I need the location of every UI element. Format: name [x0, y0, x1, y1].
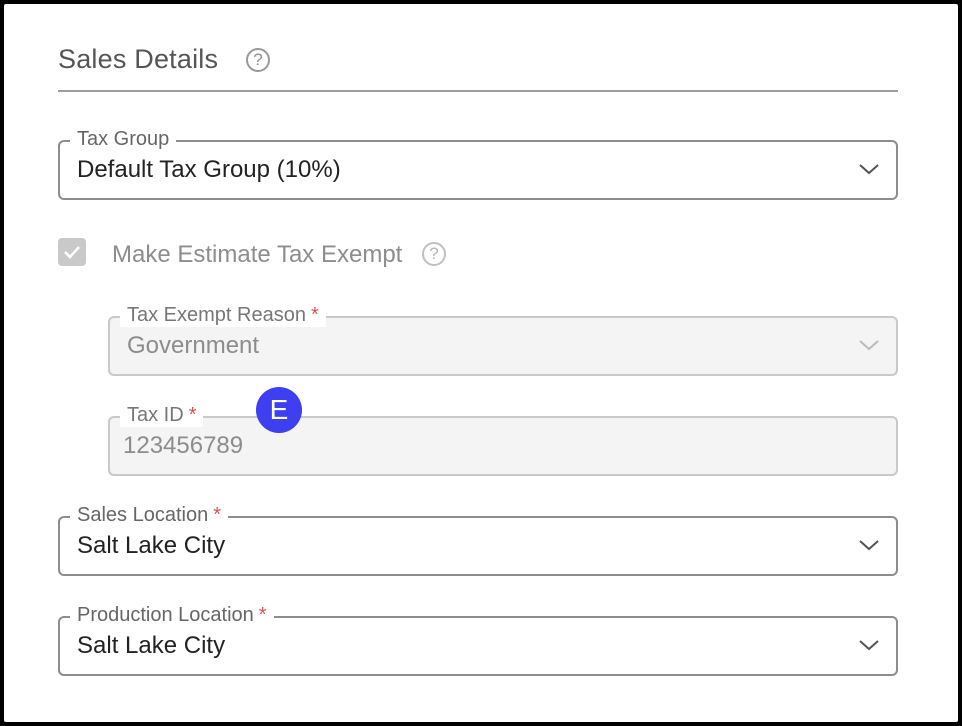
sales-location-select[interactable]: Sales Location * Salt Lake City: [58, 503, 898, 576]
production-location-value: Salt Lake City: [77, 632, 226, 659]
help-icon[interactable]: ?: [422, 242, 446, 266]
help-icon[interactable]: ?: [246, 48, 270, 72]
production-location-label: Production Location *: [70, 603, 274, 627]
tax-exempt-reason-label: Tax Exempt Reason *: [120, 303, 326, 327]
production-location-select[interactable]: Production Location * Salt Lake City: [58, 603, 898, 676]
sales-location-label: Sales Location *: [70, 503, 228, 527]
edit-badge[interactable]: E: [256, 387, 302, 433]
chevron-down-icon: [859, 340, 879, 351]
tax-group-label: Tax Group: [70, 127, 177, 151]
tax-group-value: Default Tax Group (10%): [77, 156, 341, 183]
sales-location-value: Salt Lake City: [77, 532, 226, 559]
tax-exempt-reason-select[interactable]: Tax Exempt Reason * Government: [108, 303, 898, 376]
tax-exempt-label: Make Estimate Tax Exempt: [112, 241, 403, 268]
section-divider: [58, 90, 898, 92]
sales-details-panel: Sales Details ? Tax Group Default Tax Gr…: [4, 4, 958, 722]
tax-id-label: Tax ID *: [120, 403, 204, 427]
section-title: Sales Details: [58, 44, 219, 74]
chevron-down-icon: [859, 540, 879, 551]
tax-exempt-reason-value: Government: [127, 332, 260, 359]
chevron-down-icon: [859, 164, 879, 175]
checkmark-icon: [64, 246, 80, 259]
tax-id-value: 123456789: [123, 432, 244, 459]
tax-id-input[interactable]: Tax ID * 123456789: [108, 403, 898, 476]
tax-group-select[interactable]: Tax Group Default Tax Group (10%): [58, 127, 898, 200]
tax-exempt-checkbox[interactable]: [58, 238, 86, 266]
chevron-down-icon: [859, 640, 879, 651]
